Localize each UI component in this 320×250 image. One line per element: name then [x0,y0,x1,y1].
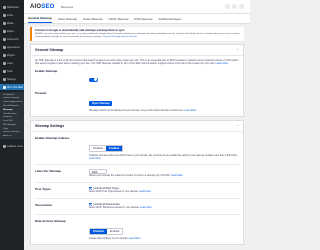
menu-item-settings[interactable]: Settings [3,76,24,82]
indexes-enabled-option[interactable]: Enabled [106,145,123,151]
main-content: AIOSEO Sitemaps General Sitemap Video Si… [24,0,250,250]
aioseo-logo: AIOSEO [30,3,55,10]
indexes-segmented-control: Disabled Enabled [89,144,124,152]
taxonomies-row: Taxonomies Include All Taxonomies Select… [35,202,239,210]
tools-icon [3,69,6,73]
help-icon[interactable] [239,4,244,9]
menu-item-dashboard[interactable]: Dashboard [3,4,24,10]
appearance-icon [3,45,6,49]
checkbox-checked-icon [89,187,92,191]
general-sitemap-card: General Sitemap ⌃ An XML Sitemap is a lis… [30,43,244,117]
date-enabled-option[interactable]: Enabled [106,228,123,234]
open-sitemap-button[interactable]: Open Sitemap [89,100,113,107]
aioseo-header: AIOSEO Sitemaps [24,0,250,14]
menu-item-tools[interactable]: Tools [3,68,24,74]
menu-item-posts[interactable]: Posts [3,12,24,18]
notifications-icon[interactable] [225,4,230,9]
general-sitemap-description: An XML Sitemap is a list of all your con… [35,58,239,65]
collapse-menu-button[interactable]: Collapse menu [3,143,24,149]
menu-item-media[interactable]: Media [3,20,24,26]
wp-admin-sidebar: Dashboard Posts Media Pages Comments App… [0,0,24,250]
notice-body: AIOSEO can now verify whether your site … [35,33,240,38]
preview-label: Preview [35,91,47,95]
taxonomies-label: Taxonomies [35,202,53,207]
page-title: Sitemaps [60,4,74,9]
date-archive-label: Date Archive Sitemap [35,218,66,223]
menu-item-pages[interactable]: Pages [3,28,24,34]
date-learn-more-link[interactable]: Learn More [129,238,141,240]
enable-sitemap-label: Enable Sitemap [35,69,58,73]
tab-rss-sitemap[interactable]: RSS Sitemap [134,17,152,23]
sitemap-tabs: General Sitemap Video Sitemap News Sitem… [24,14,250,24]
dashboard-icon [3,5,6,9]
monsterinsights-icon[interactable] [232,4,237,9]
indexes-row: Enable Sitemap Indexes Disabled Enabled … [35,136,239,161]
include-all-taxonomies-checkbox[interactable]: Include All Taxonomies [89,202,239,206]
tab-news-sitemap[interactable]: News Sitemap [83,17,102,23]
plugins-icon [3,53,6,57]
aioseo-icon [3,85,6,89]
indexes-label: Enable Sitemap Indexes [35,135,70,140]
tab-video-sitemap[interactable]: Video Sitemap [58,17,77,23]
post-types-row: Post Types Include All Post Types Select… [35,187,239,194]
menu-item-comments[interactable]: Comments [3,36,24,42]
aioseo-submenu: Dashboard General Settings Search Appear… [0,92,24,140]
menu-item-users[interactable]: Users [3,60,24,66]
links-help: Allows you to specify the maximum number… [89,175,183,178]
links-per-sitemap-row: Links Per Sitemap 1000 Allows you to spe… [35,169,239,178]
menu-item-appearance[interactable]: Appearance [3,44,24,50]
links-per-sitemap-input[interactable]: 1000 [89,169,107,175]
header-icons [225,4,244,9]
posts-icon [3,13,6,17]
tab-html-sitemap[interactable]: HTML Sitemap [109,17,129,23]
chevron-up-icon: ⌃ [236,47,239,52]
gsc-notice: Connect to Google to automatically add s… [30,27,244,41]
media-icon [3,21,6,25]
date-archive-segmented-control: Disabled Enabled [89,227,124,235]
chevron-up-icon: ⌃ [236,123,239,128]
settings-icon [3,77,6,81]
enable-sitemap-row: Enable Sitemap [35,69,239,87]
tab-general-sitemap[interactable]: General Sitemap [28,16,52,23]
links-learn-more-link[interactable]: Learn More [171,175,183,177]
checkbox-checked-icon [89,202,92,206]
tab-additional-pages[interactable]: Additional Pages [158,17,181,23]
sitemap-settings-header[interactable]: Sitemap Settings ⌃ [31,121,243,132]
post-types-help: Select which Post Types appear in your s… [89,191,151,194]
preview-row: Preview Open Sitemap Sitemaps should not… [35,91,239,113]
connect-gsc-link[interactable]: Connect to Google Search Console [103,36,137,38]
general-learn-more-link[interactable]: Learn More [216,62,229,65]
submenu-item-about-us[interactable]: About Us [0,135,24,139]
preview-learn-more-link[interactable]: Learn More [185,110,197,112]
preview-help: Sitemaps should not be displayed in your… [89,110,197,112]
indexes-help: Organize sitemap entries into distinct f… [89,154,238,160]
date-archive-row: Date Archive Sitemap Disabled Enabled In… [35,219,239,241]
comments-icon [3,37,6,41]
include-all-post-types-checkbox[interactable]: Include All Post Types [89,187,239,191]
indexes-learn-more-link[interactable]: Learn More [89,158,101,160]
taxonomies-help: Select which Taxonomies appear in your s… [89,206,152,209]
menu-item-aioseo[interactable]: All in One SEO [0,84,24,90]
enable-sitemap-toggle[interactable] [89,77,98,82]
general-sitemap-header[interactable]: General Sitemap ⌃ [31,45,243,56]
post-types-label: Post Types [35,187,51,192]
menu-item-plugins[interactable]: Plugins [3,52,24,58]
collapse-icon [3,144,6,148]
date-disabled-option[interactable]: Disabled [90,228,107,234]
indexes-disabled-option[interactable]: Disabled [90,145,107,151]
pages-icon [3,29,6,33]
notice-title: Connect to Google to automatically add s… [35,29,126,32]
app-root: Dashboard Posts Media Pages Comments App… [0,0,250,250]
post-types-learn-more-link[interactable]: Learn More [139,191,151,193]
users-icon [3,61,6,65]
taxonomies-learn-more-link[interactable]: Learn More [140,207,152,209]
date-archive-help: Include Date Archives in your sitemap. L… [89,237,141,240]
sitemap-settings-card: Sitemap Settings ⌃ Enable Sitemap Indexes… [30,119,244,245]
links-per-sitemap-label: Links Per Sitemap [35,169,62,174]
